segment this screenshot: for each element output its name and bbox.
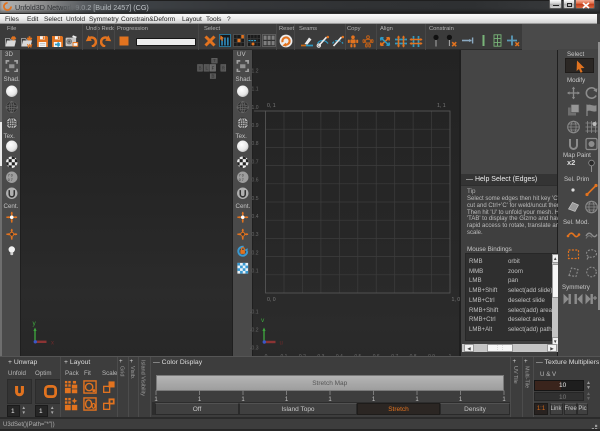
svg-text:0.2: 0.2 — [251, 250, 258, 256]
svg-text:0.6: 0.6 — [251, 178, 258, 184]
svg-text:1, 1: 1, 1 — [437, 103, 446, 109]
svg-text:1.1: 1.1 — [251, 87, 258, 93]
svg-text:u: u — [279, 341, 282, 347]
svg-text:0, 0: 0, 0 — [267, 297, 276, 303]
svg-text:0.7: 0.7 — [251, 159, 258, 165]
svg-text:-0.1: -0.1 — [249, 309, 258, 315]
svg-text:x: x — [51, 341, 54, 347]
svg-text:B: B — [211, 73, 214, 78]
svg-text:B: B — [198, 65, 201, 70]
svg-text:0.5: 0.5 — [251, 196, 258, 202]
svg-text:0.3: 0.3 — [251, 232, 258, 238]
svg-text:v: v — [261, 317, 265, 324]
svg-text:-0.3: -0.3 — [249, 346, 258, 352]
svg-text:1, 0: 1, 0 — [451, 297, 460, 303]
svg-text:1.2: 1.2 — [251, 68, 258, 74]
svg-text:1.0: 1.0 — [251, 105, 258, 111]
svg-text:0.4: 0.4 — [251, 214, 258, 220]
svg-text:0, 1: 0, 1 — [267, 103, 276, 109]
svg-text:0.9: 0.9 — [251, 123, 258, 129]
svg-text:F: F — [211, 65, 214, 70]
svg-text:0.8: 0.8 — [251, 141, 258, 147]
svg-text:T: T — [213, 58, 216, 63]
svg-text:-0.2: -0.2 — [249, 328, 258, 334]
svg-text:0.1: 0.1 — [251, 269, 258, 275]
svg-text:y: y — [32, 320, 36, 327]
svg-text:R: R — [221, 65, 224, 70]
